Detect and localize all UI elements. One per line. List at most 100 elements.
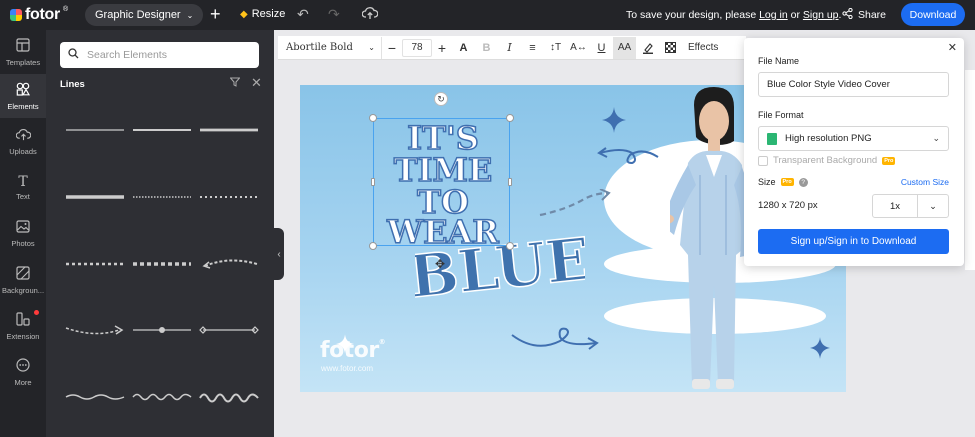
nav-label: Uploads (9, 147, 37, 156)
transparent-background-option[interactable]: Transparent Background Pro (758, 155, 896, 166)
file-name-field[interactable] (758, 72, 949, 97)
redo-icon[interactable]: ↷ (328, 6, 340, 22)
fotor-watermark: fotor® (320, 338, 386, 363)
transparency-icon[interactable] (659, 37, 682, 59)
move-icon[interactable]: ✥ (435, 257, 445, 271)
resize-handle-left[interactable] (371, 178, 375, 186)
line-solid-thick[interactable] (199, 120, 259, 140)
nav-uploads[interactable]: Uploads (0, 120, 46, 164)
fotor-logo[interactable]: fotor ® (10, 6, 68, 24)
effects-button[interactable]: Effects (688, 42, 718, 53)
panel-title: Lines (60, 79, 85, 90)
size-header: Size Pro ? (758, 177, 808, 187)
login-link[interactable]: Log in (759, 9, 788, 21)
collapse-panel-button[interactable]: ‹ (274, 228, 284, 280)
nav-more[interactable]: More (0, 350, 46, 394)
right-panel-edge (965, 70, 975, 270)
line-solid-bold[interactable] (65, 187, 125, 207)
search-icon (68, 48, 79, 62)
resize-handle-tl[interactable] (369, 114, 377, 122)
sparkle-icon[interactable] (602, 107, 626, 133)
close-panel-icon[interactable]: ✕ (251, 75, 262, 91)
rotate-icon[interactable]: ↻ (434, 92, 448, 106)
line-dotted-small[interactable] (132, 187, 192, 207)
size-label: Size (758, 177, 776, 187)
line-dashed-block[interactable] (132, 254, 192, 274)
resize-handle-right[interactable] (508, 178, 512, 186)
logo-registered-mark: ® (62, 5, 69, 13)
align-icon[interactable]: ≡ (521, 37, 544, 59)
fotor-logo-icon (10, 9, 22, 21)
notification-dot (34, 310, 39, 315)
resize-label: Resize (251, 8, 286, 20)
add-design-button[interactable]: + (210, 4, 221, 24)
file-format-dropdown[interactable]: High resolution PNG ⌄ (758, 126, 949, 151)
close-icon[interactable]: ✕ (948, 41, 957, 54)
selection-box[interactable] (373, 118, 510, 246)
help-icon[interactable]: ? (798, 177, 808, 187)
text-color-icon[interactable]: A (452, 37, 475, 59)
dashed-arrow-graphic[interactable] (538, 189, 612, 219)
custom-size-link[interactable]: Custom Size (901, 177, 949, 187)
line-dashed-arrow[interactable] (65, 320, 125, 340)
resize-handle-br[interactable] (506, 242, 514, 250)
line-diamond-ends[interactable] (199, 320, 259, 340)
nav-templates[interactable]: Templates (0, 30, 46, 74)
letter-spacing-icon[interactable]: A↔ (567, 37, 590, 59)
search-input[interactable] (87, 49, 247, 61)
line-dot-center[interactable] (132, 320, 192, 340)
text-case-icon[interactable]: AA (613, 36, 636, 59)
line-solid-thin[interactable] (65, 120, 125, 140)
undo-icon[interactable]: ↶ (297, 6, 309, 22)
font-family-dropdown[interactable]: Abortile Bold ⌄ (278, 36, 382, 59)
line-dotted-spaced[interactable] (199, 187, 259, 207)
sparkle-icon[interactable] (810, 337, 830, 359)
share-button[interactable]: Share (842, 7, 886, 22)
line-wave-medium[interactable] (132, 387, 192, 407)
line-dashed-short[interactable] (65, 254, 125, 274)
nav-label: Extension (6, 331, 40, 341)
download-popup: ✕ File Name File Format High resolution … (744, 38, 964, 266)
nav-photos[interactable]: Photos (0, 212, 46, 256)
line-dashed-arrow-curve[interactable] (199, 254, 259, 274)
cloud-upload-icon[interactable] (361, 6, 379, 23)
uploads-icon (15, 128, 31, 144)
file-name-input[interactable] (767, 79, 940, 90)
pro-badge: Pro (882, 156, 896, 165)
line-wave-gentle[interactable] (65, 387, 125, 407)
nav-extension[interactable]: Extension (0, 304, 46, 348)
italic-icon[interactable]: I (498, 37, 521, 59)
decrease-font-size-button[interactable]: − (382, 40, 402, 56)
nav-text[interactable]: T Text (0, 166, 46, 210)
line-spacing-icon[interactable]: ↕T (544, 37, 567, 59)
elements-icon (16, 82, 31, 99)
resize-handle-bl[interactable] (369, 242, 377, 250)
signup-link[interactable]: Sign up (803, 9, 839, 21)
resize-handle-tr[interactable] (506, 114, 514, 122)
curly-arrow-graphic[interactable] (596, 143, 660, 169)
search-box[interactable] (60, 42, 259, 68)
line-solid-medium[interactable] (132, 120, 192, 140)
nav-label: Elements (7, 101, 39, 111)
bold-icon[interactable]: B (475, 37, 498, 59)
save-note-prefix: To save your design, please (626, 9, 757, 21)
background-icon (16, 265, 30, 283)
highlight-icon[interactable] (636, 37, 659, 59)
transparent-background-checkbox[interactable] (758, 155, 768, 166)
pro-badge: Pro (780, 178, 794, 186)
line-wave-strong[interactable] (199, 387, 259, 407)
signin-to-download-button[interactable]: Sign up/Sign in to Download (758, 229, 949, 254)
scale-dropdown[interactable]: 1x ⌄ (872, 194, 949, 218)
increase-font-size-button[interactable]: + (432, 40, 452, 56)
nav-background[interactable]: Backgroun... (0, 258, 46, 302)
nav-elements[interactable]: Elements (0, 74, 46, 118)
save-design-note: To save your design, please Log in or Si… (626, 9, 841, 21)
filter-icon[interactable] (229, 77, 241, 90)
loop-arrow-graphic[interactable] (510, 325, 600, 355)
design-type-dropdown[interactable]: Graphic Designer ⌄ (85, 4, 204, 26)
font-size-input[interactable]: 78 (402, 38, 432, 57)
resize-button[interactable]: ◆ Resize (240, 8, 285, 20)
underline-icon[interactable]: U (590, 37, 613, 59)
elements-panel: Lines ✕ (46, 30, 274, 437)
download-button[interactable]: Download (901, 3, 965, 26)
